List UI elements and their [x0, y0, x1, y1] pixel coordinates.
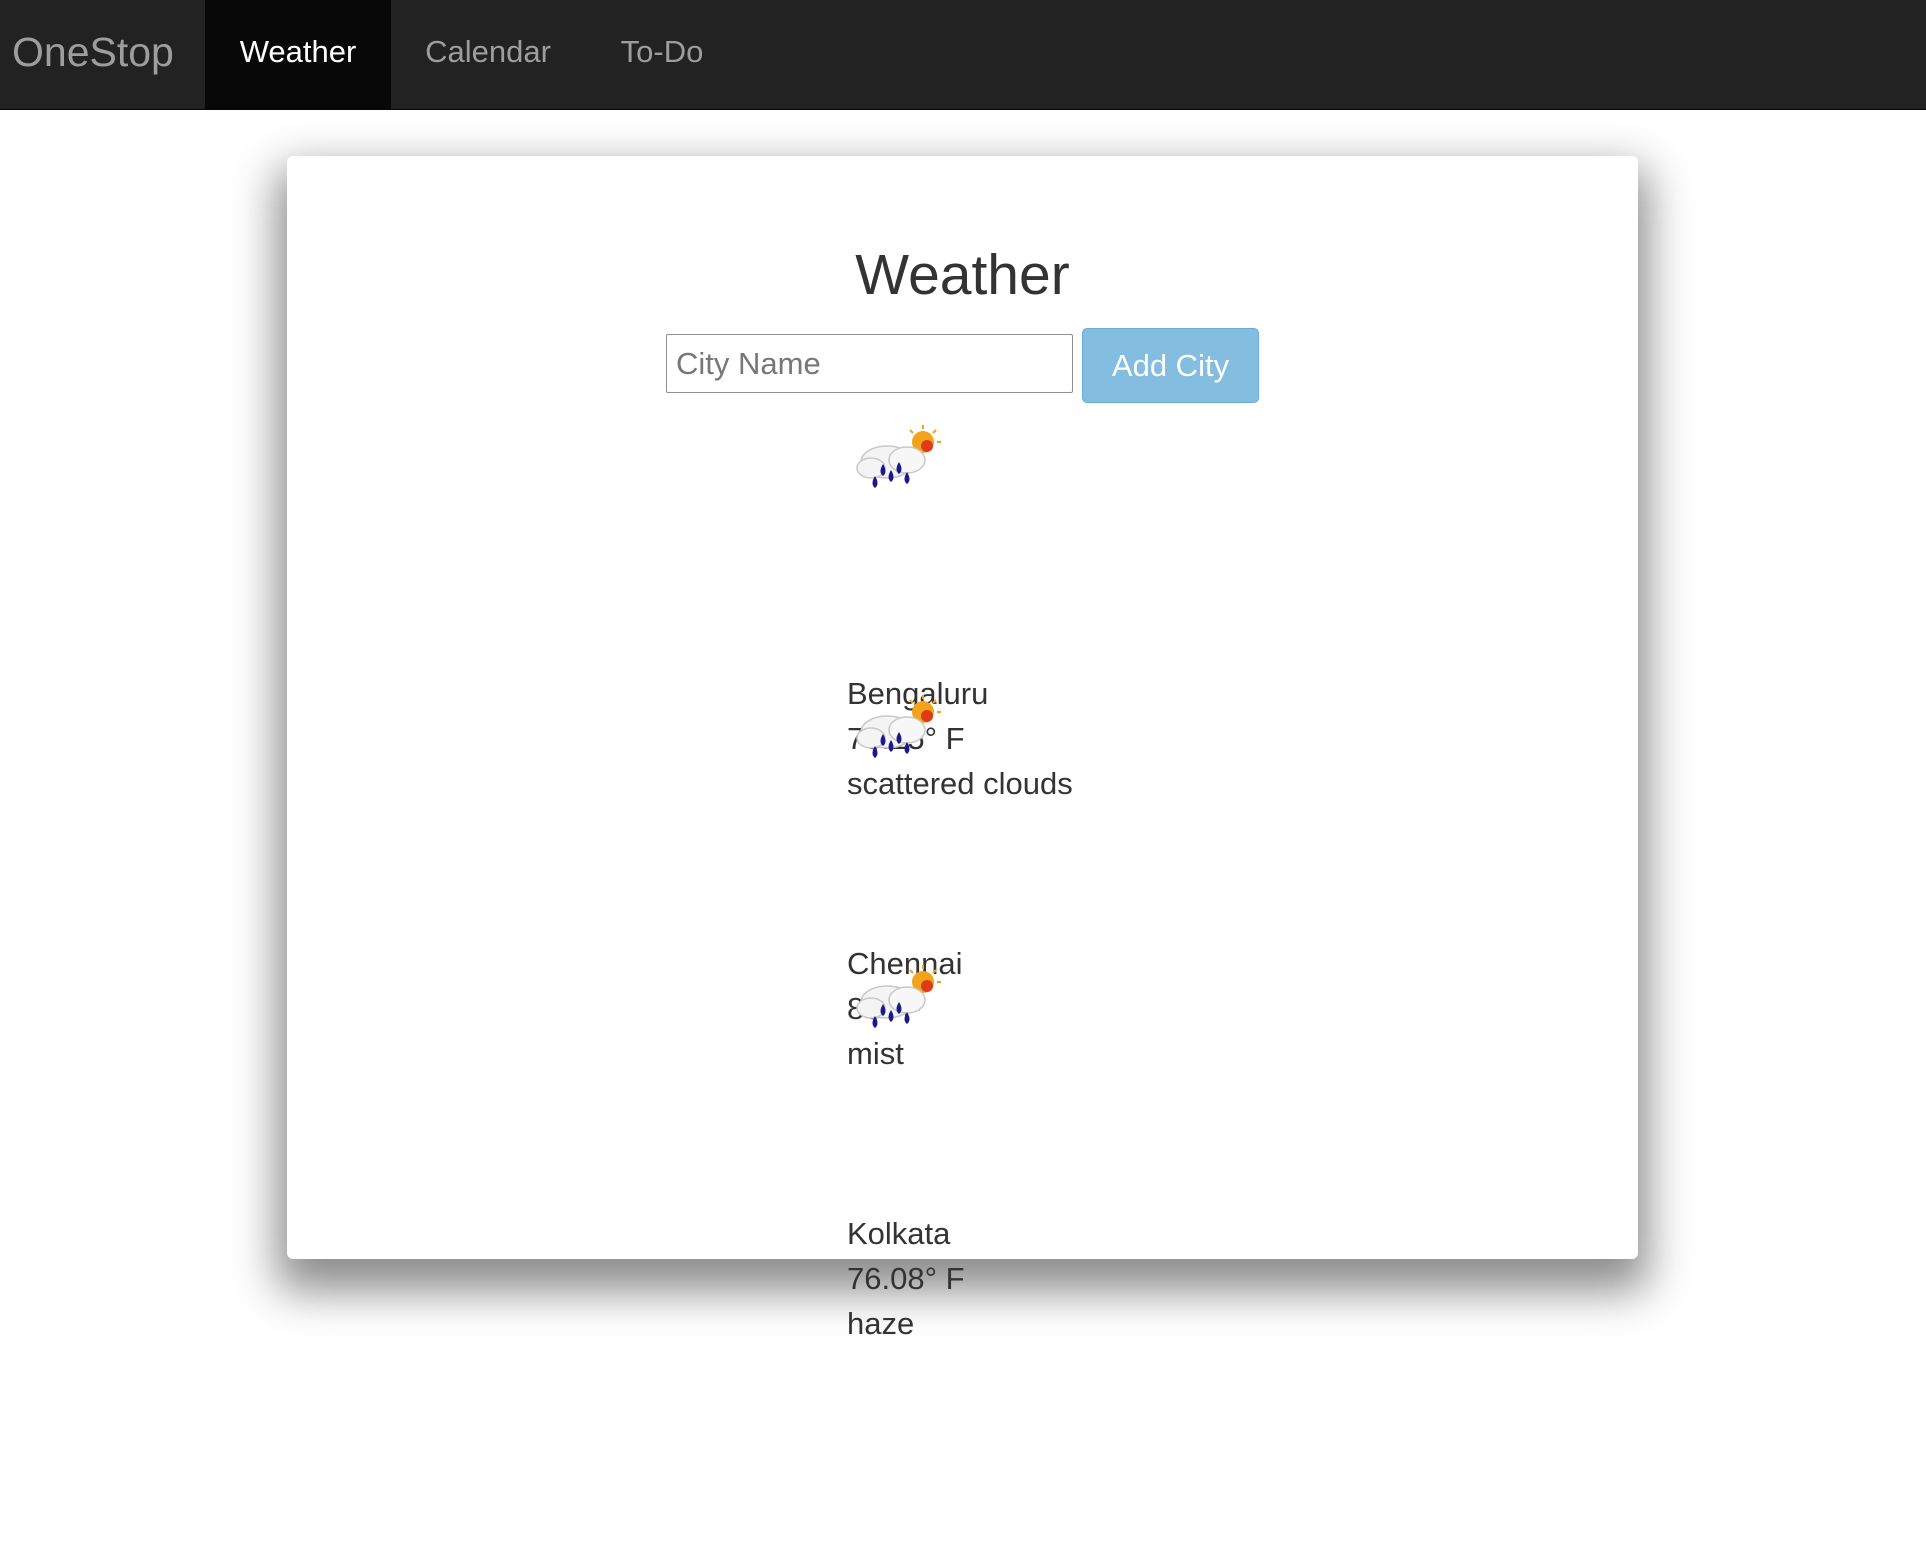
- page-title: Weather: [855, 243, 1070, 307]
- cloud-rain-sun-icon: [856, 965, 941, 1028]
- cloud-rain-sun-icon: [856, 425, 941, 488]
- weather-card: Weather Add City Bengaluru 73.15° F scat…: [287, 156, 1638, 1341]
- nav-item-todo[interactable]: To-Do: [585, 0, 739, 110]
- city-condition: haze: [847, 1306, 915, 1341]
- city-name: Kolkata: [847, 1216, 951, 1251]
- nav-item-calendar[interactable]: Calendar: [391, 0, 585, 110]
- city-temperature: 76.08° F: [847, 1261, 965, 1296]
- top-navbar: OneStop Weather Calendar To-Do: [0, 0, 1926, 110]
- city-name-input[interactable]: [666, 334, 1073, 393]
- add-city-button[interactable]: Add City: [1082, 328, 1259, 403]
- cloud-rain-sun-icon: [856, 695, 941, 758]
- city-condition: scattered clouds: [847, 766, 1073, 801]
- city-condition: mist: [847, 1036, 904, 1071]
- brand-logo[interactable]: OneStop: [12, 0, 174, 110]
- nav-item-weather[interactable]: Weather: [205, 0, 391, 110]
